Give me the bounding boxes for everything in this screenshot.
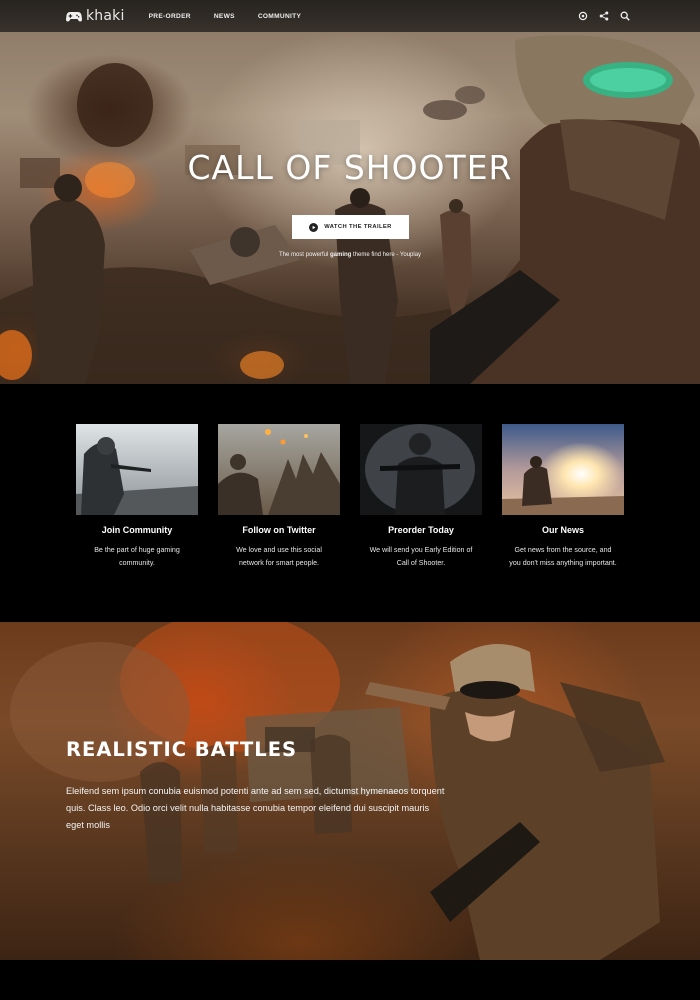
hero-section: CALL OF SHOOTER WATCH THE TRAILER The mo… — [0, 0, 700, 384]
feature-card-preorder: Preorder Today We will send you Early Ed… — [360, 424, 482, 570]
realistic-battles-section: REALISTIC BATTLES Eleifend sem ipsum con… — [0, 622, 700, 960]
nav-icons — [567, 0, 630, 32]
hero-tagline: The most powerful gaming theme find here… — [0, 252, 700, 258]
our-news-title[interactable]: Our News — [502, 525, 624, 535]
nav-link-pre-order[interactable]: PRE-ORDER — [149, 13, 191, 20]
join-community-title[interactable]: Join Community — [76, 525, 198, 535]
join-community-text: Be the part of huge gaming community. — [94, 546, 180, 567]
search-icon[interactable] — [620, 11, 630, 21]
follow-twitter-text: We love and use this social network for … — [236, 546, 322, 567]
preorder-text: We will send you Early Edition of Call o… — [369, 546, 473, 567]
nav-link-news[interactable]: NEWS — [214, 13, 235, 20]
feature-card-follow-twitter: Follow on Twitter We love and use this s… — [218, 424, 340, 570]
our-news-image[interactable] — [502, 424, 624, 515]
watch-trailer-label: WATCH THE TRAILER — [324, 224, 392, 230]
settings-icon[interactable] — [578, 11, 588, 21]
footer-strip — [0, 960, 700, 1000]
preorder-title[interactable]: Preorder Today — [360, 525, 482, 535]
battles-title: REALISTIC BATTLES — [66, 738, 298, 761]
feature-card-our-news: Our News Get news from the source, and y… — [502, 424, 624, 570]
share-icon[interactable] — [599, 11, 609, 21]
join-community-image[interactable] — [76, 424, 198, 515]
nav-links: PRE-ORDER NEWS COMMUNITY — [149, 13, 325, 20]
preorder-image[interactable] — [360, 424, 482, 515]
features-section: Join Community Be the part of huge gamin… — [0, 384, 700, 622]
nav-link-community[interactable]: COMMUNITY — [258, 13, 301, 20]
feature-card-join-community: Join Community Be the part of huge gamin… — [76, 424, 198, 570]
logo-text: khaki — [86, 8, 125, 24]
play-icon — [309, 222, 319, 232]
hero-tagline-suffix: theme find here - Youplay — [351, 252, 422, 258]
follow-twitter-image[interactable] — [218, 424, 340, 515]
gamepad-icon — [66, 11, 82, 22]
hero-tagline-prefix: The most powerful — [278, 252, 330, 258]
follow-twitter-title[interactable]: Follow on Twitter — [218, 525, 340, 535]
battles-description: Eleifend sem ipsum conubia euismod poten… — [66, 786, 445, 830]
hero-background-art — [0, 35, 700, 384]
watch-trailer-button[interactable]: WATCH THE TRAILER — [292, 215, 409, 239]
site-logo[interactable]: khaki — [66, 8, 125, 24]
hero-tagline-highlight: gaming — [329, 252, 352, 258]
top-navbar: khaki PRE-ORDER NEWS COMMUNITY — [0, 0, 700, 32]
hero-title: CALL OF SHOOTER — [187, 148, 513, 187]
our-news-text: Get news from the source, and you don't … — [509, 546, 617, 567]
